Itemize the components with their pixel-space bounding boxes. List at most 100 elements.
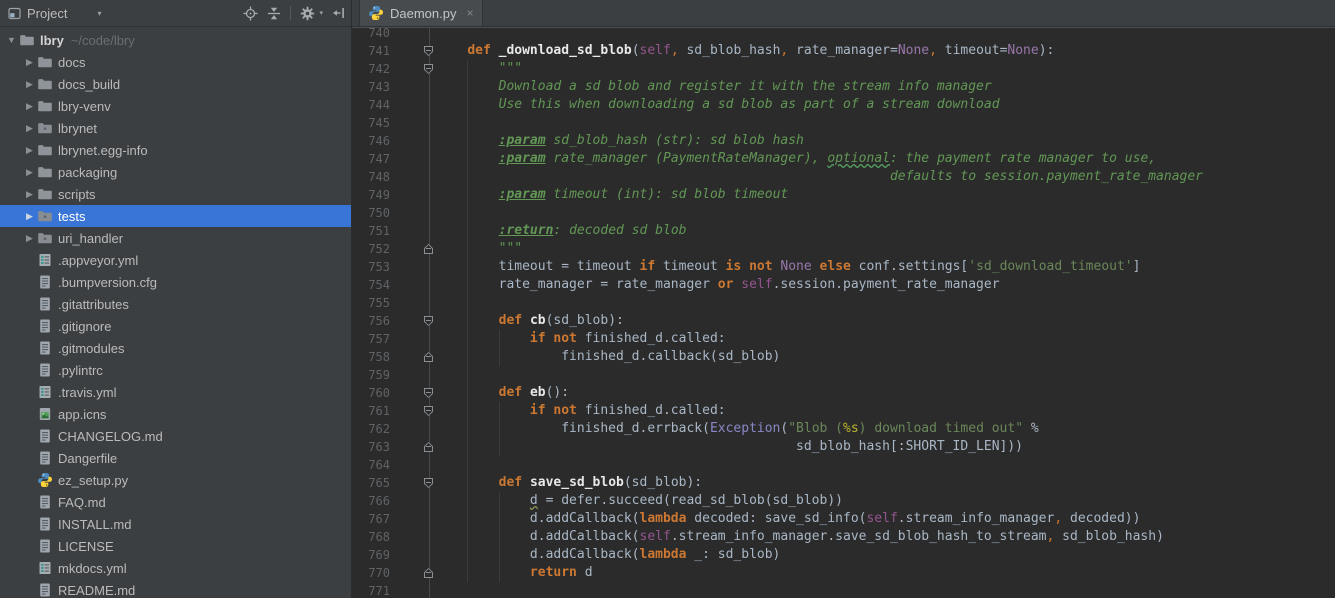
tree-item-packaging[interactable]: ▶packaging	[0, 161, 351, 183]
fold-marker-down-icon[interactable]	[424, 388, 433, 398]
fold-marker-up-icon[interactable]	[424, 568, 433, 578]
line-number[interactable]: 770	[352, 564, 390, 582]
chevron-collapsed-icon[interactable]: ▶	[22, 189, 37, 200]
line-number[interactable]: 758	[352, 348, 390, 366]
line-number[interactable]: 741	[352, 42, 390, 60]
fold-marker-down-icon[interactable]	[424, 478, 433, 488]
tree-item-uri-handler[interactable]: ▶uri_handler	[0, 227, 351, 249]
chevron-collapsed-icon[interactable]: ▶	[22, 167, 37, 178]
line-number[interactable]: 762	[352, 420, 390, 438]
line-number[interactable]: 767	[352, 510, 390, 528]
tree-item-lbrynet[interactable]: ▶lbrynet	[0, 117, 351, 139]
code-line[interactable]: 766 d = defer.succeed(read_sd_blob(sd_bl…	[352, 492, 1335, 510]
line-number[interactable]: 751	[352, 222, 390, 240]
fold-marker-down-icon[interactable]	[424, 406, 433, 416]
tree-item--gitignore[interactable]: .gitignore	[0, 315, 351, 337]
line-number[interactable]: 750	[352, 204, 390, 222]
fold-marker-down-icon[interactable]	[424, 46, 433, 56]
code-line[interactable]: 742 """	[352, 60, 1335, 78]
line-number[interactable]: 764	[352, 456, 390, 474]
line-number[interactable]: 766	[352, 492, 390, 510]
line-number[interactable]: 761	[352, 402, 390, 420]
code-line[interactable]: 759	[352, 366, 1335, 384]
line-number[interactable]: 745	[352, 114, 390, 132]
tree-item-license[interactable]: LICENSE	[0, 535, 351, 557]
line-number[interactable]: 740	[352, 27, 390, 42]
chevron-collapsed-icon[interactable]: ▶	[22, 79, 37, 90]
chevron-collapsed-icon[interactable]: ▶	[22, 211, 37, 222]
code-line[interactable]: 763 sd_blob_hash[:SHORT_ID_LEN]))	[352, 438, 1335, 456]
code-line[interactable]: 758 finished_d.callback(sd_blob)	[352, 348, 1335, 366]
chevron-down-icon[interactable]: ▾	[97, 9, 101, 18]
code-line[interactable]: 761 if not finished_d.called:	[352, 402, 1335, 420]
tree-item-scripts[interactable]: ▶scripts	[0, 183, 351, 205]
line-number[interactable]: 748	[352, 168, 390, 186]
tab-close-icon[interactable]: ×	[466, 6, 473, 20]
line-number[interactable]: 768	[352, 528, 390, 546]
code-line[interactable]: 749 :param timeout (int): sd blob timeou…	[352, 186, 1335, 204]
code-line[interactable]: 753 timeout = timeout if timeout is not …	[352, 258, 1335, 276]
tree-item-docs-build[interactable]: ▶docs_build	[0, 73, 351, 95]
code-line[interactable]: 756 def cb(sd_blob):	[352, 312, 1335, 330]
line-number[interactable]: 769	[352, 546, 390, 564]
code-line[interactable]: 760 def eb():	[352, 384, 1335, 402]
tree-item-lbry[interactable]: ▼lbry~/code/lbry	[0, 29, 351, 51]
code-line[interactable]: 764	[352, 456, 1335, 474]
tree-item-tests[interactable]: ▶tests	[0, 205, 351, 227]
tree-item--gitattributes[interactable]: .gitattributes	[0, 293, 351, 315]
collapse-all-icon[interactable]	[267, 6, 281, 21]
fold-marker-down-icon[interactable]	[424, 316, 433, 326]
code-line[interactable]: 768 d.addCallback(self.stream_info_manag…	[352, 528, 1335, 546]
code-line[interactable]: 767 d.addCallback(lambda decoded: save_s…	[352, 510, 1335, 528]
hide-panel-icon[interactable]	[332, 6, 345, 20]
tree-item--gitmodules[interactable]: .gitmodules	[0, 337, 351, 359]
tab-daemon-py[interactable]: Daemon.py ×	[359, 0, 483, 26]
code-line[interactable]: 770 return d	[352, 564, 1335, 582]
tree-item--travis-yml[interactable]: .travis.yml	[0, 381, 351, 403]
tree-item-docs[interactable]: ▶docs	[0, 51, 351, 73]
code-line[interactable]: 762 finished_d.errback(Exception("Blob (…	[352, 420, 1335, 438]
line-number[interactable]: 752	[352, 240, 390, 258]
line-number[interactable]: 771	[352, 582, 390, 598]
code-line[interactable]: 746 :param sd_blob_hash (str): sd blob h…	[352, 132, 1335, 150]
line-number[interactable]: 753	[352, 258, 390, 276]
code-line[interactable]: 757 if not finished_d.called:	[352, 330, 1335, 348]
code-line[interactable]: 747 :param rate_manager (PaymentRateMana…	[352, 150, 1335, 168]
line-number[interactable]: 756	[352, 312, 390, 330]
chevron-collapsed-icon[interactable]: ▶	[22, 233, 37, 244]
code-line[interactable]: 740	[352, 27, 1335, 42]
chevron-collapsed-icon[interactable]: ▶	[22, 57, 37, 68]
code-line[interactable]: 752 """	[352, 240, 1335, 258]
code-line[interactable]: 743 Download a sd blob and register it w…	[352, 78, 1335, 96]
gear-icon[interactable]	[300, 6, 315, 21]
line-number[interactable]: 765	[352, 474, 390, 492]
tree-item-lbrynet-egg-info[interactable]: ▶lbrynet.egg-info	[0, 139, 351, 161]
tree-item-lbry-venv[interactable]: ▶lbry-venv	[0, 95, 351, 117]
code-line[interactable]: 755	[352, 294, 1335, 312]
chevron-collapsed-icon[interactable]: ▶	[22, 101, 37, 112]
tree-item--pylintrc[interactable]: .pylintrc	[0, 359, 351, 381]
tree-item-ez-setup-py[interactable]: ez_setup.py	[0, 469, 351, 491]
fold-marker-down-icon[interactable]	[424, 64, 433, 74]
line-number[interactable]: 760	[352, 384, 390, 402]
tree-item-mkdocs-yml[interactable]: mkdocs.yml	[0, 557, 351, 579]
project-panel-title[interactable]: Project	[27, 6, 67, 21]
line-number[interactable]: 743	[352, 78, 390, 96]
tree-item-install-md[interactable]: INSTALL.md	[0, 513, 351, 535]
line-number[interactable]: 759	[352, 366, 390, 384]
line-number[interactable]: 749	[352, 186, 390, 204]
gear-chevron-down-icon[interactable]: ▾	[319, 9, 323, 17]
line-number[interactable]: 742	[352, 60, 390, 78]
line-number[interactable]: 754	[352, 276, 390, 294]
tree-item-app-icns[interactable]: app.icns	[0, 403, 351, 425]
line-number[interactable]: 747	[352, 150, 390, 168]
line-number[interactable]: 755	[352, 294, 390, 312]
fold-marker-up-icon[interactable]	[424, 244, 433, 254]
code-editor[interactable]: 740741 def _download_sd_blob(self, sd_bl…	[352, 27, 1335, 598]
code-line[interactable]: 748 defaults to session.payment_rate_man…	[352, 168, 1335, 186]
tree-item--appveyor-yml[interactable]: .appveyor.yml	[0, 249, 351, 271]
code-line[interactable]: 754 rate_manager = rate_manager or self.…	[352, 276, 1335, 294]
code-line[interactable]: 769 d.addCallback(lambda _: sd_blob)	[352, 546, 1335, 564]
line-number[interactable]: 746	[352, 132, 390, 150]
line-number[interactable]: 757	[352, 330, 390, 348]
